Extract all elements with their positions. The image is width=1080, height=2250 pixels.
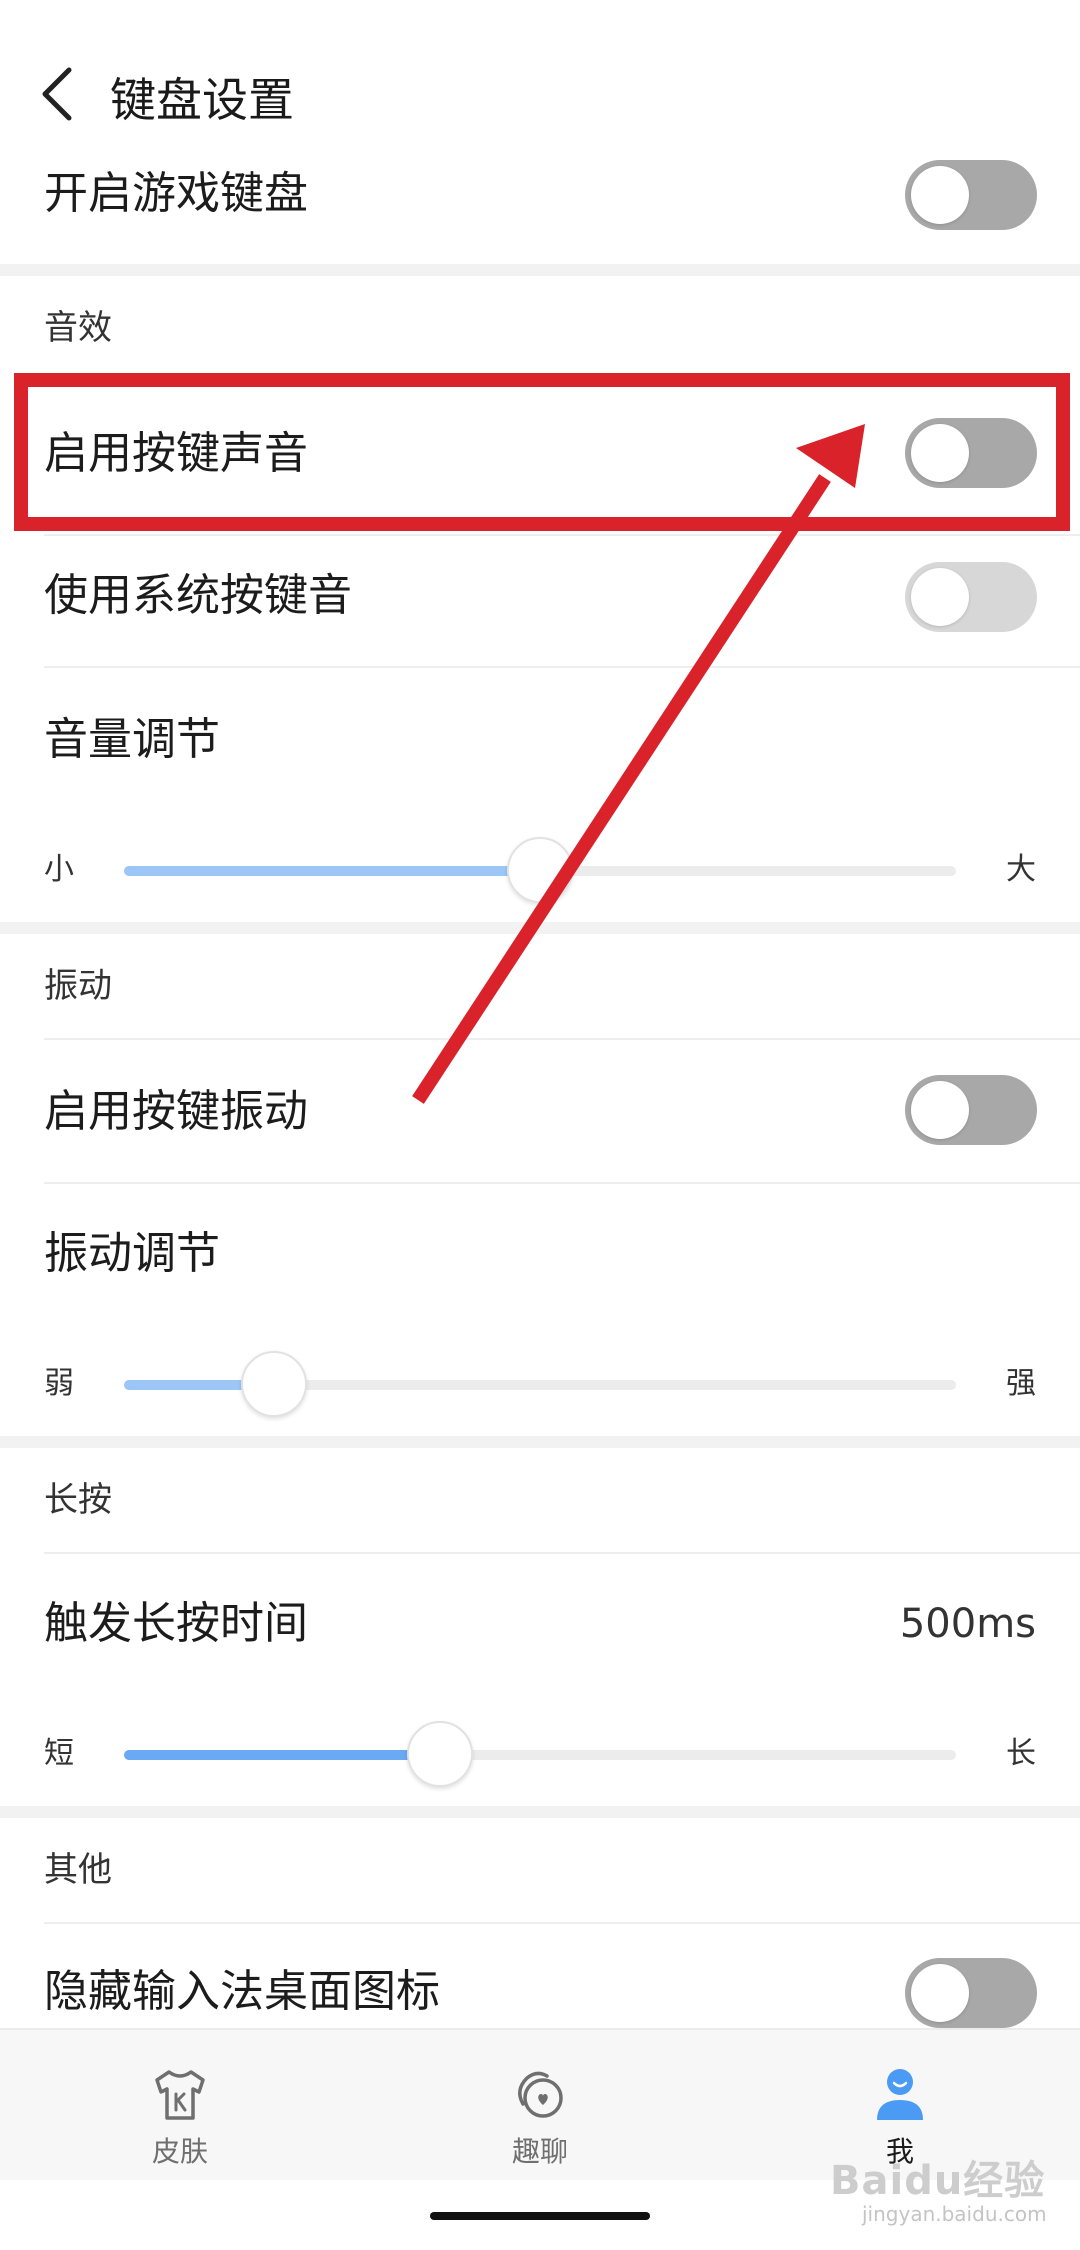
key-sound-label: 启用按键声音	[44, 428, 308, 479]
volume-slider[interactable]	[124, 837, 956, 903]
key-sound-toggle[interactable]	[905, 418, 1037, 488]
slider-fill	[124, 1750, 441, 1760]
divider	[44, 1922, 1080, 1924]
section-header-vibration: 振动	[44, 966, 112, 1006]
tshirt-icon	[155, 2070, 205, 2120]
toggle-knob	[911, 1081, 969, 1139]
toggle-knob	[911, 166, 969, 224]
toggle-knob	[911, 1964, 969, 2022]
divider	[44, 534, 1080, 536]
longpress-min-label: 短	[44, 1736, 74, 1771]
chat-bubble-icon	[518, 2071, 563, 2118]
longpress-time-value: 500ms	[899, 1601, 1036, 1647]
watermark-url: jingyan.baidu.com	[862, 2202, 1047, 2226]
hide-icon-label: 隐藏输入法桌面图标	[44, 1966, 440, 2017]
divider	[44, 1552, 1080, 1554]
vibration-min-label: 弱	[44, 1366, 74, 1401]
volume-min-label: 小	[44, 852, 74, 887]
longpress-slider-row: 短 长	[0, 1714, 1080, 1794]
watermark-logo: Baidu经验	[830, 2158, 1046, 2204]
section-gap	[0, 264, 1080, 276]
slider-thumb[interactable]	[240, 1351, 307, 1417]
settings-page: 键盘设置 开启游戏键盘 音效 启用按键声音 使用系统按键音 音量调节 小 大 振…	[0, 0, 1080, 2250]
volume-slider-row: 小 大	[0, 830, 1080, 910]
volume-max-label: 大	[1006, 852, 1036, 887]
section-gap	[0, 1436, 1080, 1448]
system-key-sound-label: 使用系统按键音	[44, 570, 352, 621]
key-vibration-label: 启用按键振动	[44, 1086, 308, 1137]
toggle-knob	[911, 424, 969, 482]
user-icon	[877, 2069, 923, 2120]
tab-chat[interactable]: 趣聊	[440, 2030, 640, 2180]
slider-fill	[124, 866, 540, 876]
section-header-sound: 音效	[44, 308, 112, 348]
slider-thumb[interactable]	[407, 1721, 474, 1787]
home-indicator[interactable]	[430, 2212, 650, 2220]
page-title: 键盘设置	[110, 73, 294, 127]
section-header-longpress: 长按	[44, 1480, 112, 1520]
section-gap	[0, 1806, 1080, 1818]
section-gap	[0, 922, 1080, 934]
system-key-sound-toggle[interactable]	[905, 562, 1037, 632]
vibration-adjust-label: 振动调节	[44, 1228, 220, 1279]
header-bar: 键盘设置	[0, 0, 1080, 160]
divider	[44, 1182, 1080, 1184]
vibration-slider[interactable]	[124, 1351, 956, 1417]
divider	[44, 666, 1080, 668]
longpress-max-label: 长	[1006, 1736, 1036, 1771]
longpress-slider[interactable]	[124, 1721, 956, 1787]
chevron-left-icon	[42, 67, 72, 121]
toggle-knob	[911, 568, 969, 626]
key-vibration-toggle[interactable]	[905, 1075, 1037, 1145]
game-keyboard-toggle[interactable]	[905, 160, 1037, 230]
slider-thumb[interactable]	[507, 837, 573, 903]
section-header-other: 其他	[44, 1850, 112, 1890]
game-keyboard-label: 开启游戏键盘	[44, 168, 308, 219]
hide-icon-toggle[interactable]	[905, 1958, 1037, 2028]
volume-label: 音量调节	[44, 714, 220, 765]
divider	[44, 1038, 1080, 1040]
tab-skin[interactable]: 皮肤	[80, 2030, 280, 2180]
vibration-max-label: 强	[1006, 1366, 1036, 1401]
tab-label: 皮肤	[151, 2135, 208, 2168]
vibration-slider-row: 弱 强	[0, 1344, 1080, 1424]
tab-label: 趣聊	[511, 2135, 568, 2168]
back-button[interactable]	[30, 52, 84, 136]
longpress-time-label: 触发长按时间	[44, 1598, 308, 1649]
